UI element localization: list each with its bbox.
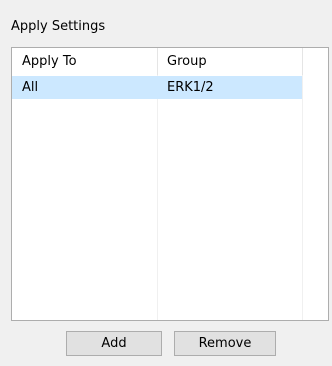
column-gridline	[157, 75, 158, 320]
list-row[interactable]: All ERK1/2	[12, 76, 302, 99]
column-gridline	[302, 75, 303, 320]
remove-button[interactable]: Remove	[174, 331, 276, 356]
group-title: Apply Settings	[11, 19, 106, 34]
column-header-filler	[302, 48, 328, 75]
apply-settings-list[interactable]: Apply To Group All ERK1/2	[11, 47, 329, 321]
cell-group: ERK1/2	[167, 80, 214, 95]
column-header-apply-to[interactable]: Apply To	[12, 48, 157, 75]
cell-apply-to: All	[22, 80, 39, 95]
add-button[interactable]: Add	[66, 331, 162, 356]
list-header: Apply To Group	[12, 48, 328, 75]
apply-settings-panel: Apply Settings Apply To Group All ERK1/2…	[0, 0, 332, 366]
column-header-group[interactable]: Group	[157, 48, 302, 75]
